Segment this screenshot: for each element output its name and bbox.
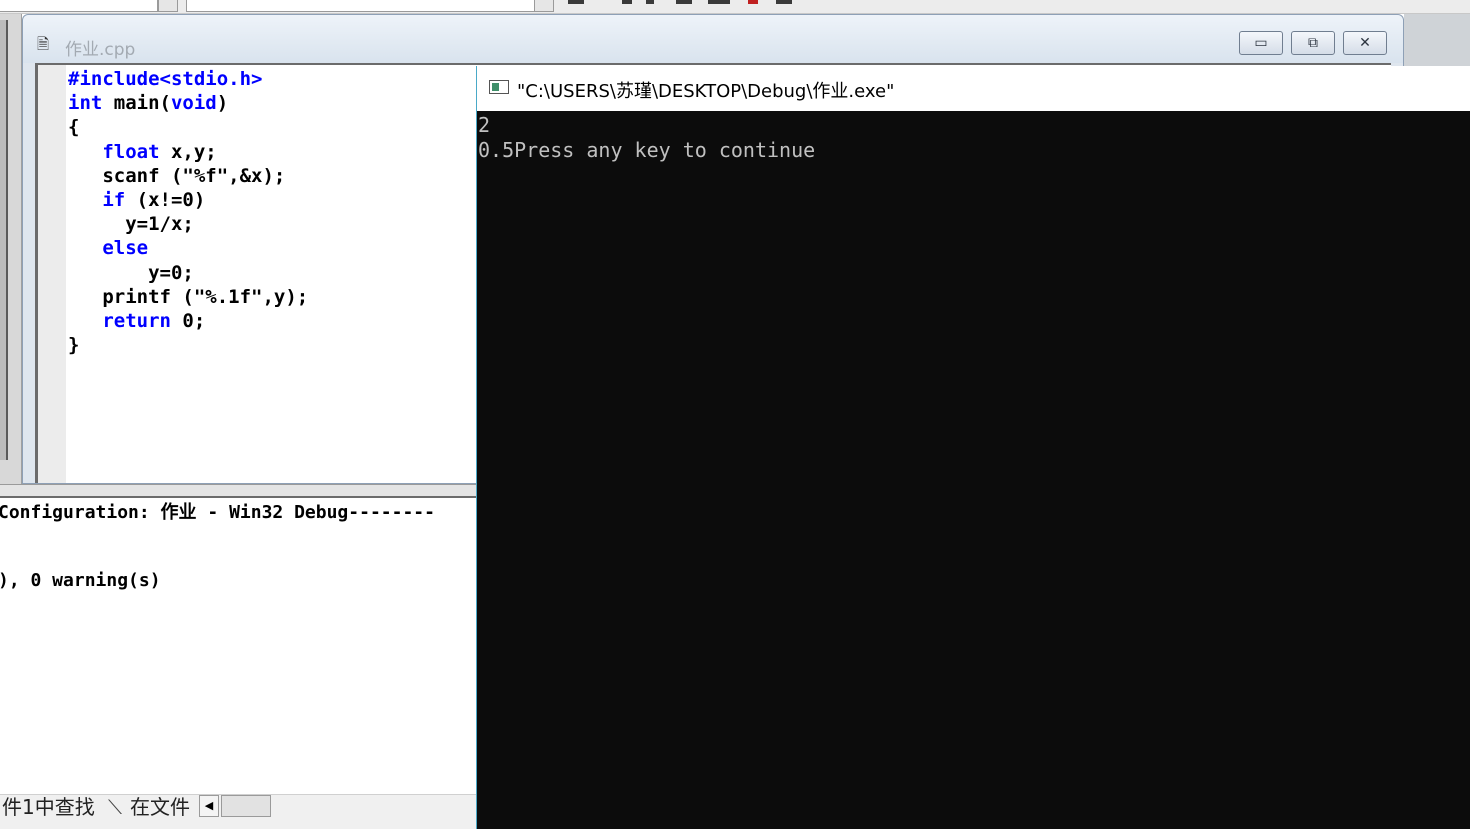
code-keyword: void [170, 92, 217, 115]
code-line[interactable]: y=1/x; [68, 212, 308, 236]
close-button[interactable]: ✕ [1343, 31, 1387, 55]
tab-separator-icon: ⟍ [108, 795, 122, 819]
code-line[interactable]: printf ("%.1f",y); [68, 285, 308, 309]
console-line: 2 [478, 113, 491, 137]
code-token: y=1/x; [68, 213, 194, 236]
code-line[interactable]: int main(void) [68, 91, 308, 115]
restore-button[interactable]: ⧉ [1291, 31, 1335, 55]
console-output[interactable]: 2 0.5Press any key to continue [477, 111, 1470, 829]
code-line[interactable]: float x,y; [68, 140, 308, 164]
code-token: ) [216, 92, 229, 115]
toolbar-icon[interactable] [708, 0, 730, 4]
toolbar-icon[interactable] [622, 0, 632, 4]
workspace-frame [0, 14, 22, 484]
toolbar-combo-left[interactable] [0, 0, 158, 12]
code-text[interactable]: #include<stdio.h> int main(void){ float x… [68, 67, 308, 357]
code-line[interactable]: return 0; [68, 309, 308, 333]
toolbar-icon[interactable] [748, 0, 758, 4]
toolbar-icon[interactable] [568, 0, 584, 4]
toolbar-icon[interactable] [776, 0, 792, 4]
document-icon: 🗎 [37, 35, 50, 53]
code-keyword: if [102, 189, 126, 212]
editor-gutter [38, 65, 66, 483]
toolbar-icon[interactable] [676, 0, 692, 4]
code-token: printf ("%.1f",y); [68, 285, 309, 308]
code-line[interactable]: #include<stdio.h> [68, 67, 308, 91]
code-line[interactable]: } [68, 333, 308, 357]
editor-titlebar[interactable]: 🗎 作业.cpp ▭ ⧉ ✕ [23, 15, 1403, 63]
editor-title: 作业.cpp [65, 40, 136, 60]
output-pane: Configuration: 作业 - Win32 Debug-------- … [0, 498, 478, 794]
console-app-icon[interactable] [489, 80, 509, 94]
code-token: } [68, 334, 80, 357]
code-line[interactable]: if (x!=0) [68, 188, 308, 212]
scroll-left-button[interactable]: ◀ [199, 795, 219, 817]
code-token: (x!=0) [125, 189, 206, 212]
toolbar-strip [0, 0, 1470, 14]
console-window: "C:\USERS\苏瑾\DESKTOP\Debug\作业.exe" 2 0.5… [476, 66, 1470, 829]
output-splitter[interactable] [0, 484, 478, 498]
horizontal-scrollbar[interactable] [221, 795, 271, 817]
code-keyword: #include<stdio.h> [68, 68, 263, 90]
code-line[interactable]: scanf ("%f",&x); [68, 164, 308, 188]
output-tabs: 件1中查找 ⟍ 在文件 ◀ [0, 794, 478, 829]
console-title: "C:\USERS\苏瑾\DESKTOP\Debug\作业.exe" [517, 81, 895, 102]
restore-icon: ⧉ [1308, 35, 1318, 51]
console-line: 0.5Press any key to continue [478, 138, 816, 162]
tab-find-in-files-2[interactable]: 在文件 [130, 795, 190, 819]
toolbar-combo-right[interactable] [186, 0, 536, 12]
tab-find-in-files-1[interactable]: 件1中查找 [2, 795, 95, 819]
toolbar-icon[interactable] [646, 0, 654, 4]
combo-dropdown-button[interactable] [534, 0, 554, 12]
code-token: main( [102, 92, 171, 115]
code-token: { [68, 116, 80, 139]
code-keyword: int [68, 92, 103, 115]
triangle-left-icon: ◀ [204, 800, 214, 812]
code-keyword: else [102, 237, 149, 260]
combo-dropdown-button[interactable] [158, 0, 178, 12]
workspace-edge [0, 20, 8, 460]
code-token: x,y; [159, 140, 217, 163]
code-line[interactable]: else [68, 236, 308, 260]
close-icon: ✕ [1359, 35, 1371, 51]
code-token: scanf ("%f",&x); [68, 164, 286, 187]
code-token: y=0; [68, 261, 194, 284]
minimize-button[interactable]: ▭ [1239, 31, 1283, 55]
code-keyword: return [102, 310, 171, 333]
output-line: ), 0 warning(s) [0, 570, 161, 591]
code-keyword: float [102, 140, 160, 163]
code-token: 0; [170, 310, 206, 333]
minimize-icon: ▭ [1254, 35, 1268, 51]
code-line[interactable]: y=0; [68, 261, 308, 285]
output-line: Configuration: 作业 - Win32 Debug-------- [0, 502, 435, 523]
console-titlebar[interactable]: "C:\USERS\苏瑾\DESKTOP\Debug\作业.exe" [477, 66, 1470, 111]
mdi-background [1404, 14, 1470, 74]
code-line[interactable]: { [68, 115, 308, 139]
